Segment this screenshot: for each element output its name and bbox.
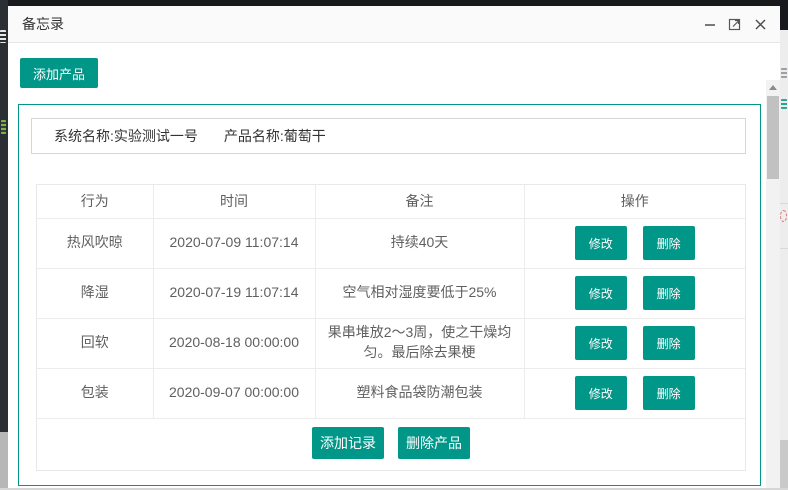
cell-note: 果串堆放2～3周，使之干燥均匀。最后除去果梗 <box>315 318 524 368</box>
cell-note: 塑料食品袋防潮包装 <box>315 368 524 418</box>
header-time: 时间 <box>153 185 315 218</box>
table-row: 回软 2020-08-18 00:00:00 果串堆放2～3周，使之干燥均匀。最… <box>37 318 745 368</box>
cell-actions: 修改 删除 <box>524 268 745 318</box>
background-page-right-strip <box>780 0 788 490</box>
background-row-divider <box>780 203 788 204</box>
dialog-title: 备忘录 <box>22 14 64 34</box>
sidebar-menu-fragment-icon <box>0 30 6 43</box>
add-product-button[interactable]: 添加产品 <box>20 58 98 88</box>
background-page-header-corner <box>780 0 788 30</box>
cell-behavior: 热风吹晾 <box>37 218 153 268</box>
delete-button[interactable]: 删除 <box>643 326 695 360</box>
background-page-sidebar <box>0 0 8 490</box>
cell-actions: 修改 删除 <box>524 318 745 368</box>
cell-behavior: 包装 <box>37 368 153 418</box>
sidebar-status-fragment-icon <box>1 120 6 134</box>
header-actions: 操作 <box>524 185 745 218</box>
product-info-bar: 系统名称:实验测试一号 产品名称:葡萄干 <box>31 118 746 154</box>
add-record-button[interactable]: 添加记录 <box>312 427 384 459</box>
edit-button[interactable]: 修改 <box>575 326 627 360</box>
cell-time: 2020-07-09 11:07:14 <box>153 218 315 268</box>
background-row-divider <box>780 248 788 249</box>
table-header-row: 行为 时间 备注 操作 <box>37 185 745 218</box>
scroll-up-arrow-icon[interactable] <box>766 80 780 95</box>
background-badge-fragment-icon <box>780 210 787 222</box>
background-page-sidebar-bottom <box>0 432 8 490</box>
cell-behavior: 降湿 <box>37 268 153 318</box>
records-table-container: 行为 时间 备注 操作 热风吹晾 2020-07-09 11:07:14 持续4… <box>36 184 746 471</box>
scrollbar-thumb[interactable] <box>767 96 779 179</box>
window-controls <box>702 16 768 32</box>
edit-button[interactable]: 修改 <box>575 276 627 310</box>
edit-button[interactable]: 修改 <box>575 376 627 410</box>
system-name-label: 系统名称:实验测试一号 <box>54 126 198 146</box>
background-page-bottom-corner <box>780 440 788 490</box>
dialog-titlebar: 备忘录 <box>8 6 780 43</box>
delete-product-button[interactable]: 删除产品 <box>398 427 470 459</box>
cell-actions: 修改 删除 <box>524 218 745 268</box>
background-teal-fragment-icon <box>781 99 787 109</box>
cell-note: 持续40天 <box>315 218 524 268</box>
delete-button[interactable]: 删除 <box>643 276 695 310</box>
cell-time: 2020-08-18 00:00:00 <box>153 318 315 368</box>
table-row: 热风吹晾 2020-07-09 11:07:14 持续40天 修改 删除 <box>37 218 745 268</box>
delete-button[interactable]: 删除 <box>643 226 695 260</box>
background-list-fragment-icon <box>781 68 787 78</box>
edit-button[interactable]: 修改 <box>575 226 627 260</box>
maximize-icon[interactable] <box>727 16 743 32</box>
cell-behavior: 回软 <box>37 318 153 368</box>
cell-time: 2020-09-07 00:00:00 <box>153 368 315 418</box>
cell-actions: 修改 删除 <box>524 368 745 418</box>
product-panel: 系统名称:实验测试一号 产品名称:葡萄干 行为 时间 备注 <box>18 104 761 486</box>
dialog-content: 添加产品 系统名称:实验测试一号 产品名称:葡萄干 行为 <box>8 43 780 489</box>
close-icon[interactable] <box>752 16 768 32</box>
table-row: 降湿 2020-07-19 11:07:14 空气相对湿度要低于25% 修改 删… <box>37 268 745 318</box>
product-name-label: 产品名称:葡萄干 <box>224 126 326 146</box>
header-note: 备注 <box>315 185 524 218</box>
screen: 备忘录 添加产品 <box>0 0 788 490</box>
table-footer: 添加记录 删除产品 <box>37 419 745 467</box>
dialog-scrollbar[interactable] <box>766 80 780 489</box>
cell-time: 2020-07-19 11:07:14 <box>153 268 315 318</box>
cell-note: 空气相对湿度要低于25% <box>315 268 524 318</box>
header-behavior: 行为 <box>37 185 153 218</box>
minimize-icon[interactable] <box>702 16 718 32</box>
delete-button[interactable]: 删除 <box>643 376 695 410</box>
records-table: 行为 时间 备注 操作 热风吹晾 2020-07-09 11:07:14 持续4… <box>37 185 745 419</box>
table-row: 包装 2020-09-07 00:00:00 塑料食品袋防潮包装 修改 删除 <box>37 368 745 418</box>
memo-dialog: 备忘录 添加产品 <box>8 6 780 490</box>
